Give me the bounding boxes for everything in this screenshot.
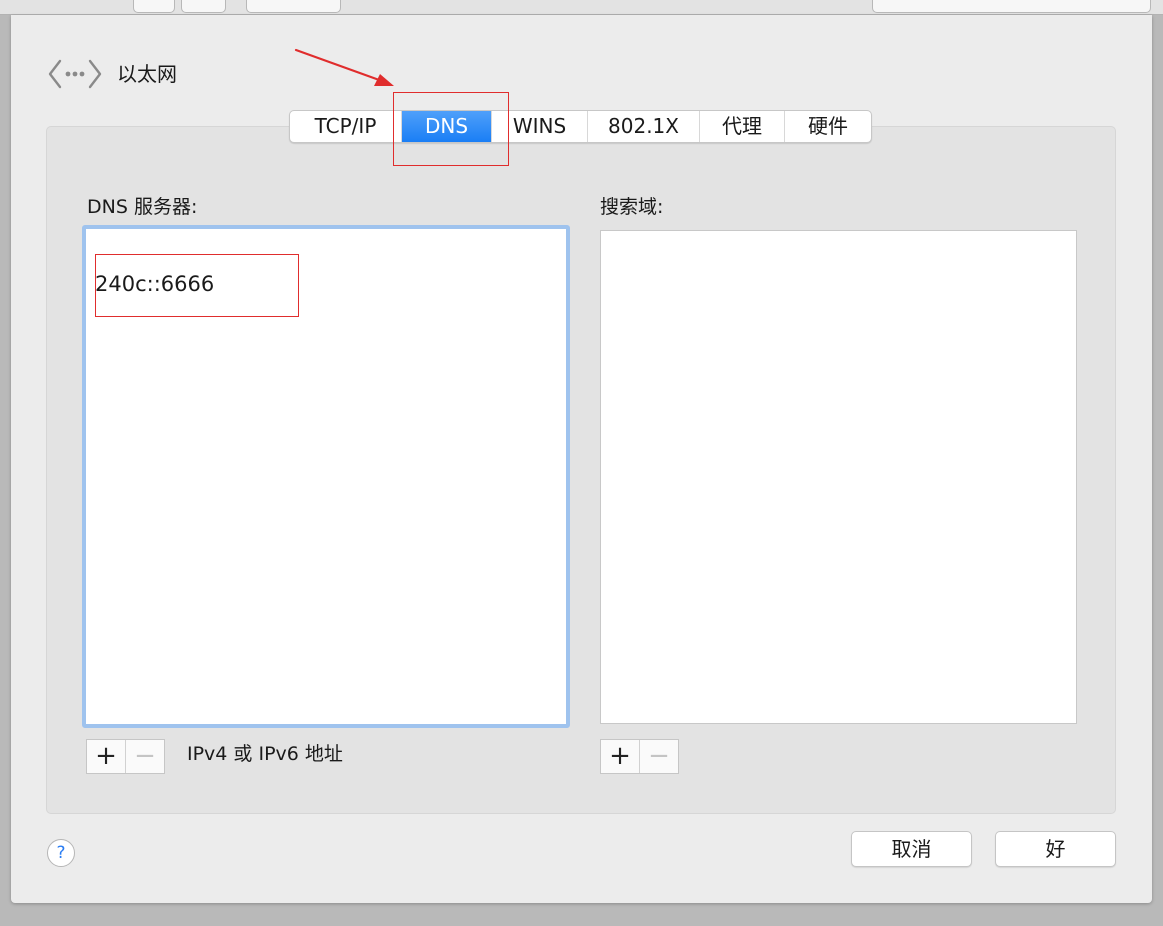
toolbar-back-button[interactable] [133,0,175,13]
tab-tcpip[interactable]: TCP/IP [290,111,402,142]
dns-address-hint: IPv4 或 IPv6 地址 [187,743,343,765]
dns-servers-label: DNS 服务器: [87,196,198,218]
toolbar-search-field[interactable] [872,0,1151,13]
help-button[interactable]: ? [47,839,75,867]
ok-button[interactable]: 好 [995,831,1116,867]
tab-8021x[interactable]: 802.1X [588,111,700,142]
cancel-button[interactable]: 取消 [851,831,972,867]
dns-add-remove-group: + − [86,739,165,774]
search-remove-button[interactable]: − [640,740,678,773]
tab-bar: TCP/IP DNS WINS 802.1X 代理 硬件 [289,110,872,143]
annotation-arrow-icon [294,48,394,86]
toolbar-forward-button[interactable] [181,0,226,13]
window-top-strip [0,0,1163,15]
toolbar-show-all-button[interactable] [246,0,341,13]
dns-add-button[interactable]: + [87,740,126,773]
tab-hardware[interactable]: 硬件 [785,111,871,142]
search-domains-label: 搜索域: [600,196,664,218]
tab-proxy[interactable]: 代理 [700,111,785,142]
dns-remove-button[interactable]: − [126,740,164,773]
dns-tab-annotation-box [393,92,509,166]
network-back-icon[interactable] [47,57,103,91]
search-add-button[interactable]: + [601,740,640,773]
service-title: 以太网 [117,62,177,86]
dns-entry-annotation-box [95,254,299,317]
search-add-remove-group: + − [600,739,679,774]
search-domains-list[interactable] [600,230,1077,724]
